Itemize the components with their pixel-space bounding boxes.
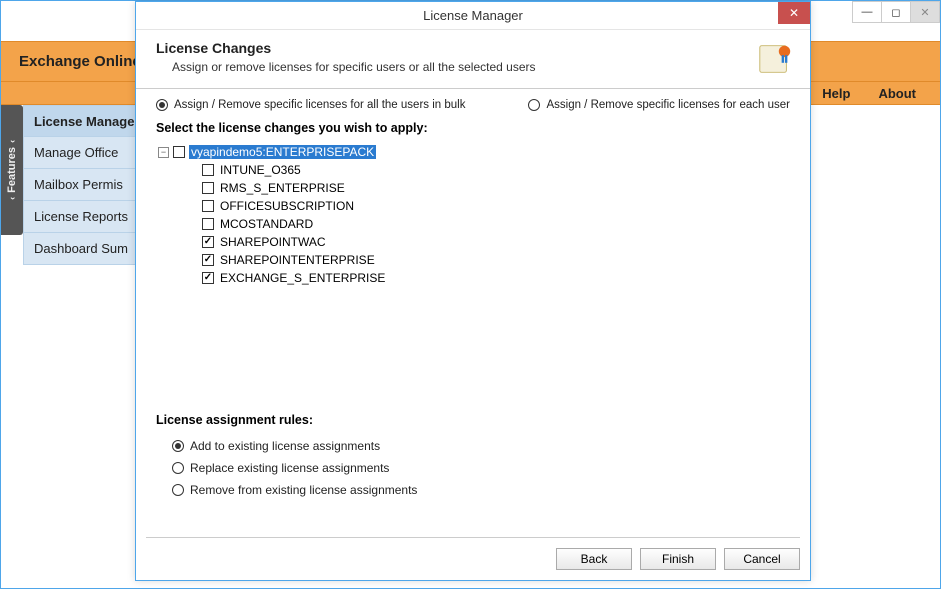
assignment-rules: License assignment rules: Add to existin… [136, 403, 810, 501]
features-label: Features [6, 147, 18, 193]
dialog-subheading: Assign or remove licenses for specific u… [172, 60, 536, 74]
rule-radio-0[interactable]: Add to existing license assignments [156, 435, 790, 457]
license-manager-dialog: License Manager ✕ License Changes Assign… [135, 1, 811, 581]
minimize-button[interactable]: — [852, 1, 882, 23]
tree-child-row: MCOSTANDARD [202, 215, 790, 233]
select-changes-label: Select the license changes you wish to a… [136, 117, 810, 143]
finish-button[interactable]: Finish [640, 548, 716, 570]
dialog-titlebar: License Manager ✕ [136, 2, 810, 30]
tree-child-row: SHAREPOINTWAC [202, 233, 790, 251]
features-side-tab[interactable]: ‹ Features ‹ [1, 105, 23, 235]
cancel-button[interactable]: Cancel [724, 548, 800, 570]
rule-label: Remove from existing license assignments [190, 483, 417, 497]
tree-child-label[interactable]: SHAREPOINTWAC [218, 235, 328, 249]
rule-radio-1[interactable]: Replace existing license assignments [156, 457, 790, 479]
tree-root-row: − vyapindemo5:ENTERPRISEPACK [158, 143, 790, 161]
dialog-close-button[interactable]: ✕ [778, 2, 810, 24]
checkbox-officesubscription[interactable] [202, 200, 214, 212]
checkbox-rms_s_enterprise[interactable] [202, 182, 214, 194]
tree-child-row: OFFICESUBSCRIPTION [202, 197, 790, 215]
tree-child-label[interactable]: SHAREPOINTENTERPRISE [218, 253, 377, 267]
chevron-icon: ‹ [7, 140, 17, 143]
close-button[interactable]: ✕ [910, 1, 940, 23]
back-button[interactable]: Back [556, 548, 632, 570]
radio-dot-icon [156, 99, 168, 111]
tree-collapse-icon[interactable]: − [158, 147, 169, 158]
dialog-header: License Changes Assign or remove license… [136, 30, 810, 89]
rule-radio-2[interactable]: Remove from existing license assignments [156, 479, 790, 501]
tree-child-label[interactable]: EXCHANGE_S_ENTERPRISE [218, 271, 387, 285]
tree-child-label[interactable]: RMS_S_ENTERPRISE [218, 181, 347, 195]
radio-dot-icon [172, 462, 184, 474]
checkbox-mcostandard[interactable] [202, 218, 214, 230]
tree-child-row: SHAREPOINTENTERPRISE [202, 251, 790, 269]
main-window-buttons: — ◻ ✕ [853, 1, 940, 23]
rule-label: Add to existing license assignments [190, 439, 380, 453]
dialog-heading: License Changes [156, 40, 536, 56]
tree-child-row: RMS_S_ENTERPRISE [202, 179, 790, 197]
radio-dot-icon [172, 484, 184, 496]
radio-dot-icon [172, 440, 184, 452]
tree-children: INTUNE_O365 RMS_S_ENTERPRISE OFFICESUBSCRI… [158, 161, 790, 287]
tree-root-label[interactable]: vyapindemo5:ENTERPRISEPACK [189, 145, 376, 159]
dialog-title: License Manager [423, 8, 523, 23]
checkbox-sharepointenterprise[interactable] [202, 254, 214, 266]
checkbox-root[interactable] [173, 146, 185, 158]
radio-each-mode[interactable]: Assign / Remove specific licenses for ea… [528, 99, 790, 111]
main-window: — ◻ ✕ Exchange Online R Help About ‹ Fea… [0, 0, 941, 589]
checkbox-exchange_s_enterprise[interactable] [202, 272, 214, 284]
radio-each-label: Assign / Remove specific licenses for ea… [546, 99, 790, 111]
tree-child-label[interactable]: INTUNE_O365 [218, 163, 303, 177]
menu-help[interactable]: Help [822, 86, 850, 101]
rules-heading: License assignment rules: [156, 409, 790, 435]
checkbox-intune_o365[interactable] [202, 164, 214, 176]
chevron-icon: ‹ [7, 197, 17, 200]
mode-radios: Assign / Remove specific licenses for al… [136, 89, 810, 117]
radio-bulk-mode[interactable]: Assign / Remove specific licenses for al… [156, 99, 465, 111]
rule-label: Replace existing license assignments [190, 461, 389, 475]
checkbox-sharepointwac[interactable] [202, 236, 214, 248]
radio-dot-icon [528, 99, 540, 111]
tree-child-label[interactable]: OFFICESUBSCRIPTION [218, 199, 356, 213]
dialog-footer: Back Finish Cancel [146, 537, 800, 570]
tree-child-row: INTUNE_O365 [202, 161, 790, 179]
menu-about[interactable]: About [878, 86, 916, 101]
certificate-icon [756, 40, 794, 78]
license-tree: − vyapindemo5:ENTERPRISEPACK INTUNE_O365… [136, 143, 810, 403]
maximize-button[interactable]: ◻ [881, 1, 911, 23]
tree-child-row: EXCHANGE_S_ENTERPRISE [202, 269, 790, 287]
radio-bulk-label: Assign / Remove specific licenses for al… [174, 99, 465, 111]
tree-child-label[interactable]: MCOSTANDARD [218, 217, 315, 231]
